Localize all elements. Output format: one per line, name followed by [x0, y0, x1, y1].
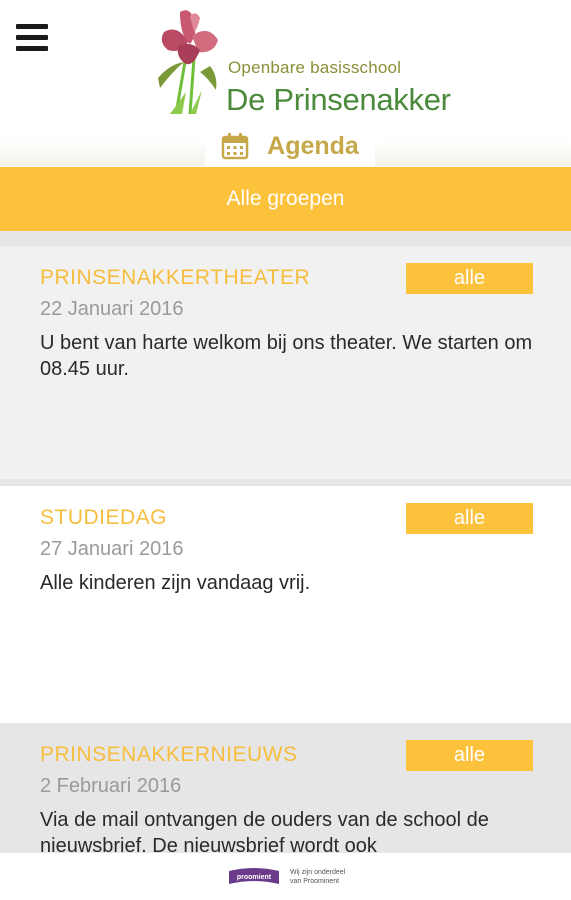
app-header: Openbare basisschool De Prinsenakker Age… — [0, 0, 571, 168]
group-badge: alle — [406, 503, 533, 534]
agenda-item[interactable]: STUDIEDAG alle 27 Januari 2016 Alle kind… — [0, 486, 571, 723]
logo-school-name: De Prinsenakker — [226, 82, 451, 117]
calendar-icon — [221, 133, 249, 160]
agenda-item-text: Alle kinderen zijn vandaag vrij. — [40, 572, 311, 594]
agenda-item-text: Via de mail ontvangen de ouders van de s… — [40, 809, 489, 853]
group-badge: alle — [406, 263, 533, 294]
agenda-item-date: 22 Januari 2016 — [40, 298, 184, 320]
footer: proomient Wij zijn onderdeel van Proomin… — [0, 853, 571, 900]
agenda-item-date: 2 Februari 2016 — [40, 775, 182, 797]
school-logo: Openbare basisschool De Prinsenakker — [150, 6, 451, 118]
agenda-item-title: STUDIEDAG — [40, 506, 168, 529]
agenda-item-text: U bent van harte welkom bij ons theater.… — [40, 332, 533, 380]
iris-flower-icon — [158, 10, 218, 115]
proominent-logo[interactable]: proomient — [226, 865, 282, 887]
footer-tagline-line-2: van Proominent — [290, 878, 340, 885]
agenda-item[interactable]: PRINSENAKKERTHEATER alle 22 Januari 2016… — [0, 246, 571, 479]
page-title: Agenda — [267, 131, 359, 160]
agenda-item-title: PRINSENAKKERTHEATER — [40, 266, 311, 289]
group-filter-button[interactable]: Alle groepen — [0, 167, 571, 231]
agenda-item-date: 27 Januari 2016 — [40, 538, 184, 560]
group-badge: alle — [406, 740, 533, 771]
logo-subtitle: Openbare basisschool — [228, 58, 402, 77]
group-filter-label: Alle groepen — [226, 187, 345, 210]
section-header: Agenda — [205, 126, 375, 166]
footer-tagline: Wij zijn onderdeel van Proominent — [290, 868, 370, 886]
hamburger-menu-icon[interactable] — [16, 24, 48, 52]
agenda-item-title: PRINSENAKKERNIEUWS — [40, 743, 298, 766]
footer-tagline-line-1: Wij zijn onderdeel — [290, 869, 346, 876]
agenda-item[interactable]: PRINSENAKKERNIEUWS alle 2 Februari 2016 … — [0, 723, 571, 853]
footer-logo-text: proomient — [237, 874, 272, 881]
